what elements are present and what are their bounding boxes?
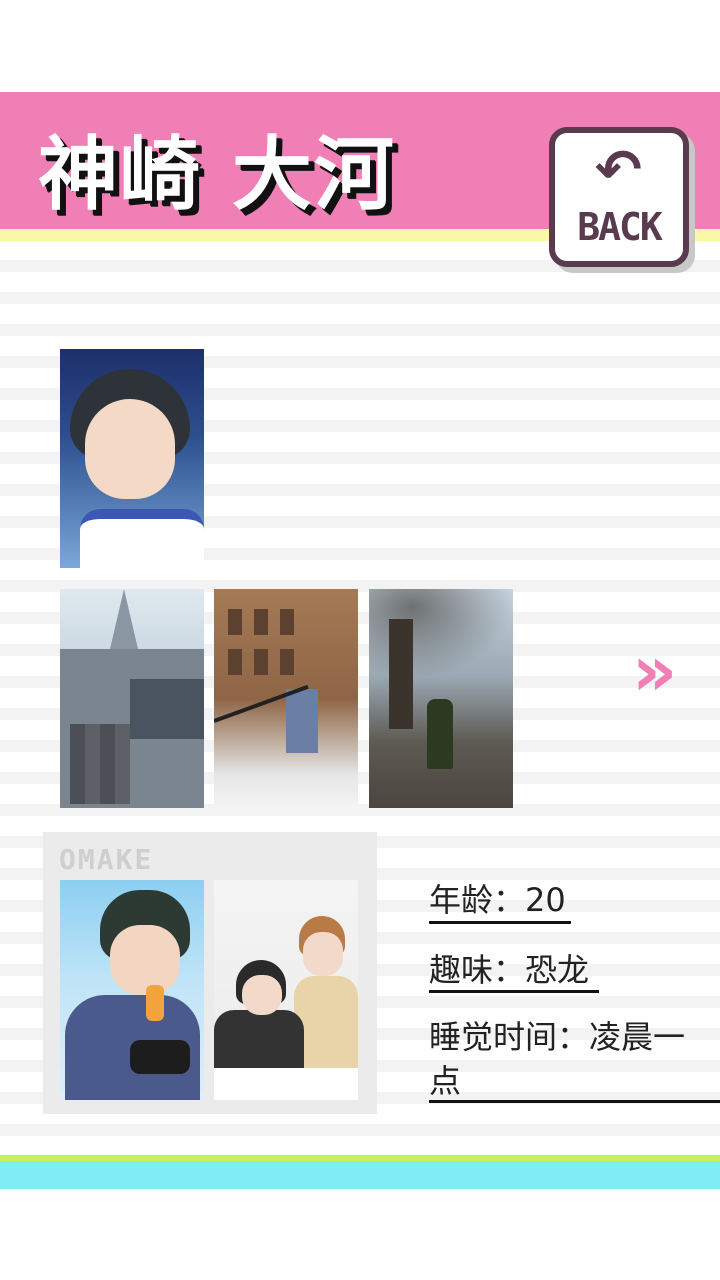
sleep-label: 睡觉时间：	[429, 1018, 590, 1056]
back-button[interactable]: ↶ BACK	[549, 127, 689, 267]
sleep-field: 睡觉时间：凌晨一点	[429, 1015, 709, 1103]
hobby-underline	[429, 990, 599, 993]
tree-photo[interactable]	[369, 589, 513, 808]
hobby-label: 趣味：	[429, 951, 526, 989]
hobby-value: 恐龙	[525, 951, 590, 989]
footer-bar	[0, 1161, 720, 1189]
page-title: 神崎 大河	[38, 128, 396, 221]
age-value: 20	[525, 881, 566, 919]
omake-label: OMAKE	[59, 843, 154, 876]
omake-image-1[interactable]	[60, 880, 204, 1100]
character-portrait[interactable]	[60, 349, 204, 568]
church-photo[interactable]	[60, 589, 204, 808]
age-underline	[429, 921, 571, 924]
undo-arrow-icon: ↶	[595, 138, 642, 203]
next-page-icon[interactable]: »	[632, 636, 677, 706]
omake-image-2[interactable]	[214, 880, 358, 1100]
hobby-field: 趣味：恐龙	[429, 948, 589, 992]
age-label: 年龄：	[429, 881, 526, 919]
age-field: 年龄：20	[429, 878, 566, 922]
back-button-label: BACK	[577, 205, 663, 249]
sleep-underline	[429, 1100, 720, 1103]
building-photo[interactable]	[214, 589, 358, 808]
